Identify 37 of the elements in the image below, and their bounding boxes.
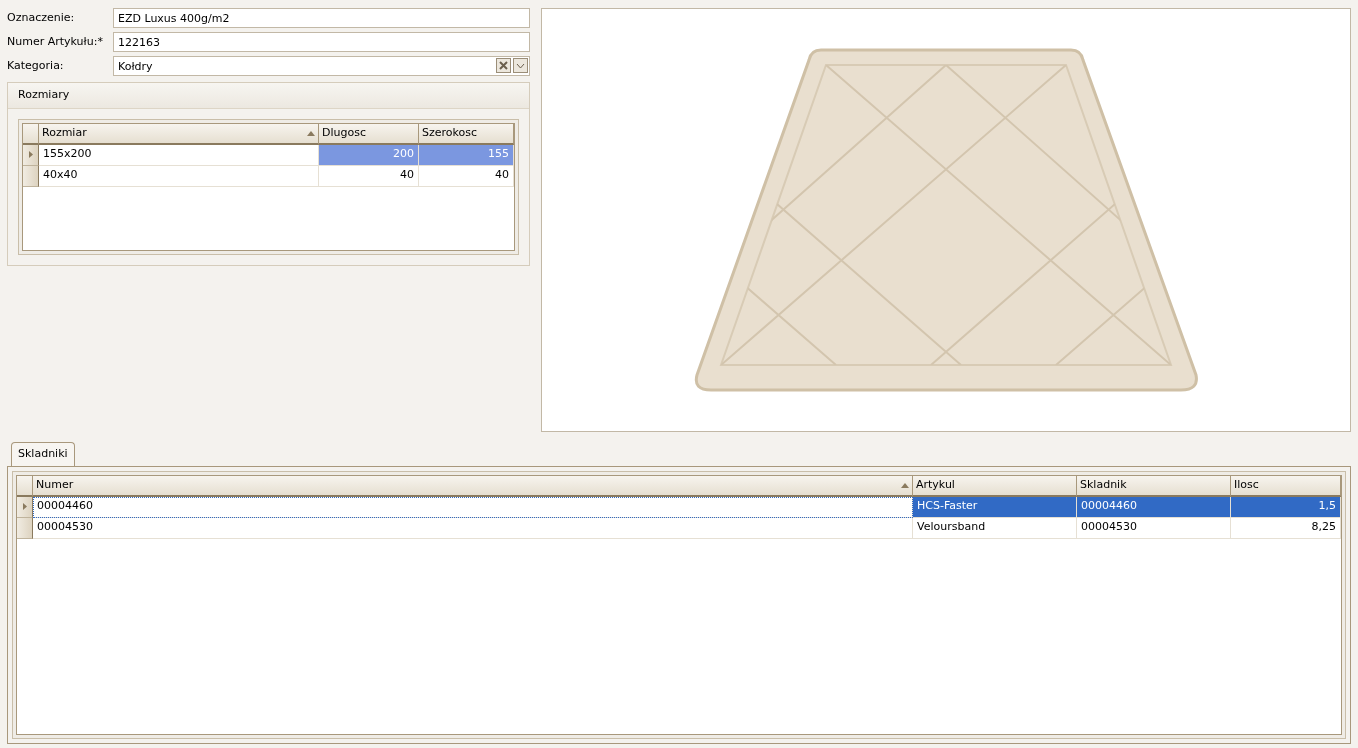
column-header[interactable]: Ilosc <box>1231 475 1341 497</box>
row-indicator-icon[interactable] <box>17 496 33 518</box>
field-label: Oznaczenie: <box>7 9 75 26</box>
dropdown-icon[interactable] <box>513 58 528 73</box>
column-header[interactable]: Rozmiar <box>39 123 319 145</box>
table-cell: 00004530 <box>33 517 913 539</box>
row-indicator-icon[interactable] <box>23 144 39 166</box>
sort-icon <box>901 482 909 488</box>
column-header[interactable]: Artykul <box>913 475 1077 497</box>
category-field[interactable]: Kołdry <box>113 56 530 76</box>
table-cell: 1,5 <box>1231 496 1341 518</box>
table-cell: Veloursband <box>913 517 1077 539</box>
row-header[interactable] <box>17 517 33 539</box>
required-mark: * <box>97 33 103 50</box>
table-cell: 200 <box>319 144 419 166</box>
column-header[interactable]: Szerokosc <box>419 123 514 145</box>
table-cell: HCS-Faster <box>913 496 1077 518</box>
table-cell: 00004530 <box>1077 517 1231 539</box>
input-field[interactable]: EZD Luxus 400g/m2 <box>113 8 530 28</box>
table-cell: 40 <box>319 165 419 187</box>
table-cell: 8,25 <box>1231 517 1341 539</box>
column-header[interactable]: Skladnik <box>1077 475 1231 497</box>
tab[interactable]: Skladniki <box>11 442 75 466</box>
table-cell: 40x40 <box>39 165 319 187</box>
table-cell: 40 <box>419 165 514 187</box>
column-header[interactable]: Numer <box>33 475 913 497</box>
table-cell: 00004460 <box>1077 496 1231 518</box>
table-cell: 00004460 <box>33 496 913 518</box>
column-header[interactable]: Dlugosc <box>319 123 419 145</box>
row-header[interactable] <box>23 165 39 187</box>
table-cell: 155x200 <box>39 144 319 166</box>
sort-icon <box>307 130 315 136</box>
table-cell: 155 <box>419 144 514 166</box>
field-label: Numer Artykułu: <box>7 33 98 50</box>
clear-icon[interactable] <box>496 58 511 73</box>
input-field[interactable]: 122163 <box>113 32 530 52</box>
field-label: Kategoria: <box>7 57 64 74</box>
